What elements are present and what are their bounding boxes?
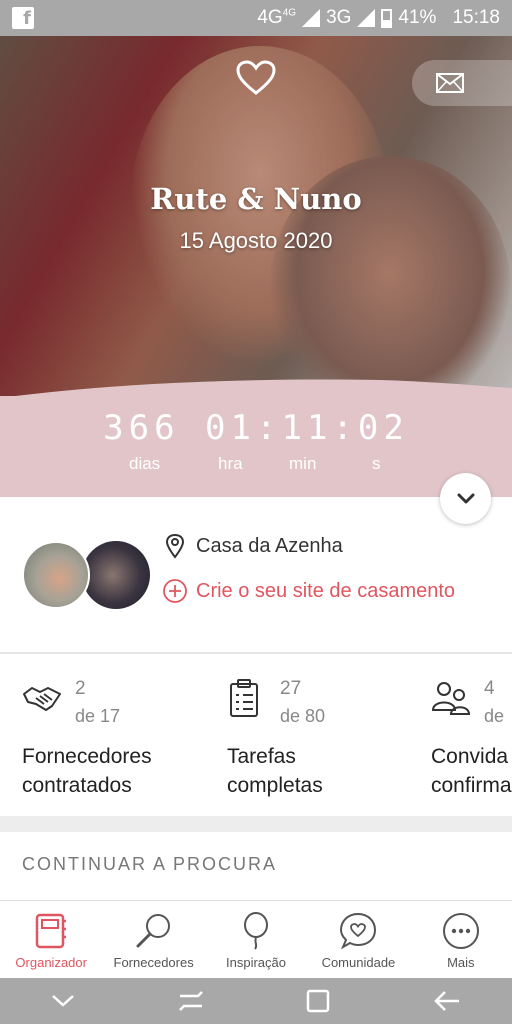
stat-label-line2: contratados xyxy=(22,774,132,797)
venue-name: Casa da Azenha xyxy=(196,534,343,557)
wave-divider xyxy=(0,379,512,398)
status-bar: f 4G4G 3G 41% 15:18 xyxy=(0,0,512,36)
nav-label: Comunidade xyxy=(321,955,396,970)
stat-count: 4 xyxy=(484,678,495,699)
envelope-icon xyxy=(436,73,464,93)
nav-label: Organizador xyxy=(15,955,87,970)
nav-comunidade[interactable]: Comunidade xyxy=(307,901,409,978)
system-navigation-bar xyxy=(0,978,512,1024)
couple-photo-header: Rute & Nuno 15 Agosto 2020 xyxy=(0,36,512,396)
stat-total: de xyxy=(484,706,505,726)
stat-count: 27 xyxy=(280,678,302,699)
clipboard-icon xyxy=(230,679,258,717)
status-right: 4G4G 3G 41% 15:18 xyxy=(257,7,500,29)
countdown-labels: dias hra min s xyxy=(0,454,512,474)
countdown-days: 366 xyxy=(103,408,180,448)
wedding-date: 15 Agosto 2020 xyxy=(179,228,333,253)
days-label: dias xyxy=(129,454,161,473)
guests-icon xyxy=(431,682,471,715)
more-icon xyxy=(442,913,479,949)
facebook-notification-icon: f xyxy=(12,7,34,29)
chat-heart-icon xyxy=(340,912,377,950)
location-pin-icon xyxy=(165,533,185,559)
avatar-partner[interactable] xyxy=(82,541,150,609)
stat-label-line2: completas xyxy=(227,774,323,797)
countdown-timer: 366 01:11:02 xyxy=(103,408,409,448)
clock: 15:18 xyxy=(452,7,500,28)
nav-organizador[interactable]: Organizador xyxy=(0,901,102,978)
nav-label: Fornecedores xyxy=(113,955,194,970)
add-circle-icon xyxy=(163,579,187,603)
back-icon[interactable] xyxy=(433,990,461,1012)
hours-label: hra xyxy=(218,454,243,473)
nav-inspiracao[interactable]: Inspiração xyxy=(205,901,307,978)
battery-icon xyxy=(381,8,393,28)
continue-browsing-section: CONTINUAR A PROCURA xyxy=(0,832,512,900)
countdown-hours: 01 xyxy=(205,408,256,448)
planner-icon xyxy=(35,913,67,949)
network-type: 4G4G xyxy=(257,7,297,28)
chevron-down-icon xyxy=(457,493,474,503)
minutes-label: min xyxy=(289,454,317,473)
couple-names: Rute & Nuno xyxy=(150,182,362,216)
search-icon xyxy=(136,914,170,948)
section-separator xyxy=(0,816,512,832)
nav-fornecedores[interactable]: Fornecedores xyxy=(102,901,204,978)
wedding-profile: Casa da Azenha Crie o seu site de casame… xyxy=(0,497,512,652)
heart-icon[interactable] xyxy=(236,60,276,96)
handshake-icon xyxy=(23,687,61,711)
recent-apps-icon[interactable] xyxy=(178,990,204,1012)
nav-label: Mais xyxy=(447,955,475,970)
stat-total: de 80 xyxy=(280,706,326,726)
nav-mais[interactable]: Mais xyxy=(410,901,512,978)
nav-label: Inspiração xyxy=(226,955,286,970)
stat-total: de 17 xyxy=(75,706,121,726)
stat-label-line1: Fornecedores xyxy=(22,745,152,768)
home-icon[interactable] xyxy=(306,989,330,1013)
create-website-label: Crie o seu site de casamento xyxy=(196,579,456,602)
signal-icon-2 xyxy=(357,9,376,27)
signal-icon xyxy=(302,9,321,27)
section-title: CONTINUAR A PROCURA xyxy=(22,854,278,874)
stat-count: 2 xyxy=(75,678,86,699)
avatar[interactable] xyxy=(22,541,90,609)
stat-label-line1: Tarefas xyxy=(227,745,296,768)
countdown-seconds: 02 xyxy=(357,408,409,448)
balloon-icon xyxy=(244,912,269,950)
messages-button[interactable] xyxy=(412,60,512,106)
venue-row[interactable]: Casa da Azenha xyxy=(164,533,343,559)
countdown-panel: 366 01:11:02 dias hra min s xyxy=(0,379,512,497)
stat-label: Convida confirma xyxy=(431,742,512,800)
countdown-minutes: 11 xyxy=(281,408,333,448)
battery-level: 41% xyxy=(398,7,437,28)
create-website-link[interactable]: Crie o seu site de casamento xyxy=(162,578,455,604)
stats-row: 2 de 17 Fornecedores contratados 27 de 8… xyxy=(0,654,512,816)
stat-label: Fornecedores contratados xyxy=(22,742,152,800)
seconds-label: s xyxy=(372,454,381,473)
bottom-navigation: Organizador Fornecedores Inspiração Comu… xyxy=(0,900,512,978)
stat-label: Tarefas completas xyxy=(227,742,323,800)
expand-button[interactable] xyxy=(440,473,491,524)
hide-keyboard-icon[interactable] xyxy=(51,994,75,1008)
stat-label-line2: confirma xyxy=(431,774,512,797)
stat-label-line1: Convida xyxy=(431,745,509,768)
network-type-2: 3G xyxy=(326,7,352,28)
